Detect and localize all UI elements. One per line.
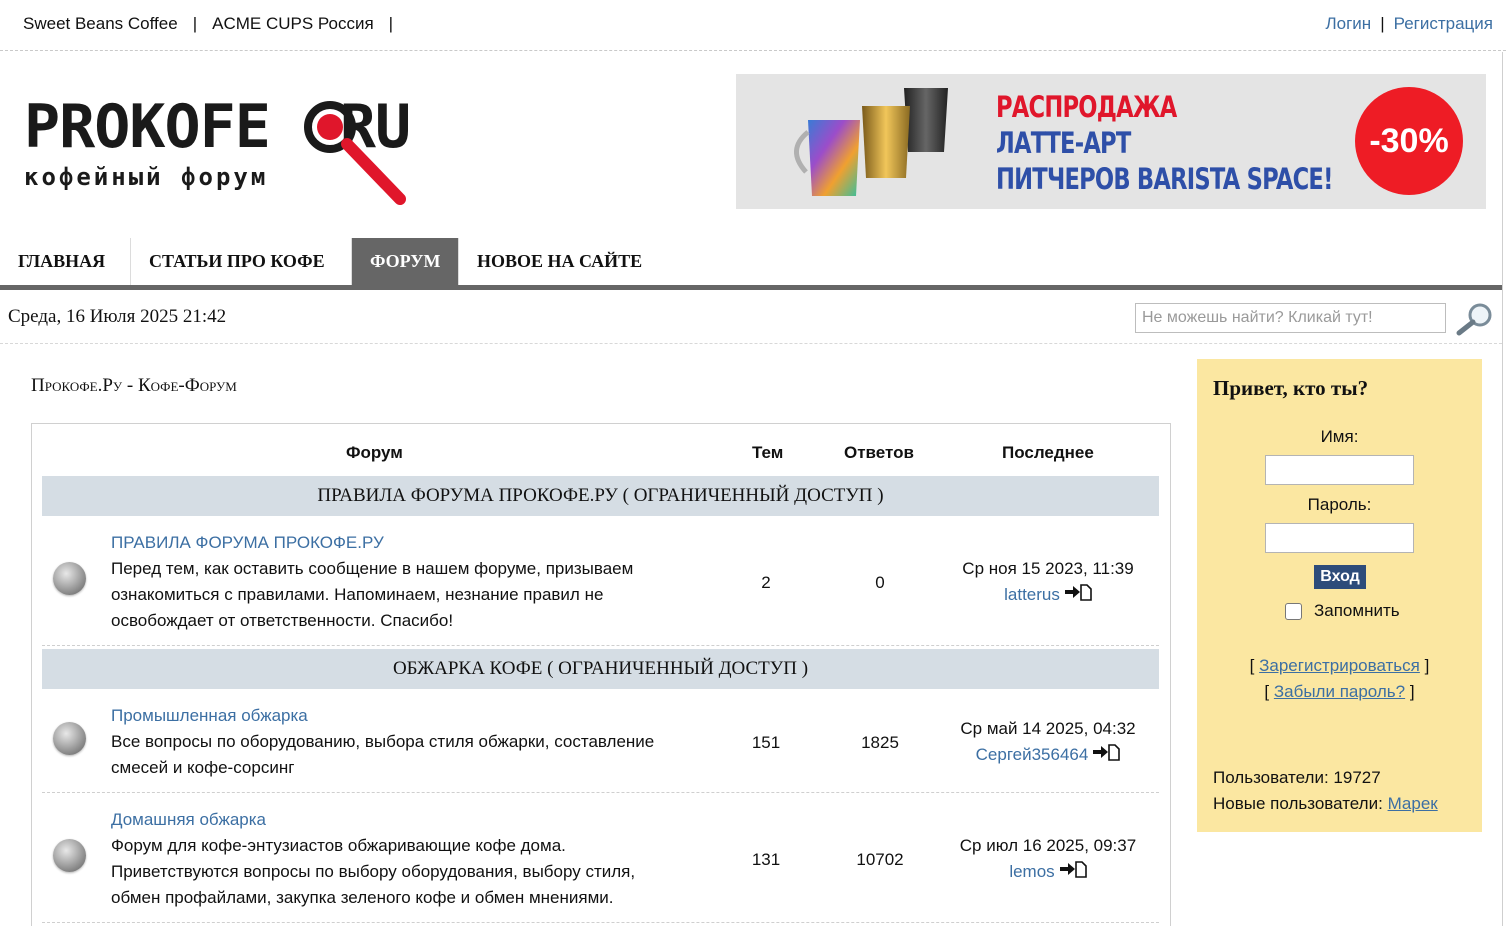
users-stat: Пользователи: 19727: [1213, 768, 1381, 787]
site-logo[interactable]: PROKOFE RU кофейный форум: [24, 95, 454, 210]
search-icon: [1456, 303, 1492, 336]
register-account-link[interactable]: Зарегистрироваться: [1259, 656, 1420, 675]
register-link-row: [ Зарегистрироваться ]: [1249, 656, 1430, 675]
new-user-link[interactable]: Марек: [1388, 794, 1438, 813]
top-bar: Sweet Beans Coffee | ACME CUPS Россия | …: [0, 0, 1506, 51]
last-post: Ср ноя 15 2023, 11:39 latterus: [938, 556, 1158, 609]
forum-status-icon: [53, 722, 86, 755]
last-post-date: Ср июл 16 2025, 09:37: [959, 836, 1137, 855]
last-post-date: Ср ноя 15 2023, 11:39: [962, 559, 1134, 578]
replies-count: 1825: [861, 733, 899, 752]
partner-links: Sweet Beans Coffee | ACME CUPS Россия |: [23, 14, 408, 34]
remember-me[interactable]: Запомнить: [1285, 601, 1400, 621]
replies-count: 0: [875, 573, 885, 592]
logo-subtitle: кофейный форум: [24, 163, 269, 191]
login-panel: Привет, кто ты? Имя: Пароль: Вход Запомн…: [1197, 359, 1482, 832]
topics-count: 151: [751, 733, 781, 752]
username-input[interactable]: [1265, 455, 1414, 485]
search-input[interactable]: [1135, 303, 1446, 333]
forum-description: Перед тем, как оставить сообщение в наше…: [111, 559, 634, 630]
tab-home[interactable]: ГЛАВНАЯ: [0, 238, 131, 285]
last-post-date: Ср май 14 2025, 04:32: [960, 719, 1136, 738]
separator: |: [388, 14, 394, 33]
column-header-topics: Тем: [752, 443, 784, 462]
username-label: Имя:: [1320, 427, 1359, 446]
topics-count: 131: [751, 850, 781, 869]
topics-count: 2: [761, 573, 771, 592]
go-to-last-post-icon[interactable]: [1059, 860, 1087, 886]
password-label: Пароль:: [1307, 495, 1372, 514]
last-post-user[interactable]: lemos: [1009, 862, 1054, 881]
go-to-last-post-icon[interactable]: [1064, 583, 1092, 609]
forum-description: Все вопросы по оборудованию, выбора стил…: [111, 732, 655, 777]
login-title: Привет, кто ты?: [1213, 376, 1369, 400]
register-link[interactable]: Регистрация: [1394, 14, 1493, 34]
search-button[interactable]: [1454, 302, 1494, 336]
main-nav: ГЛАВНАЯ СТАТЬИ ПРО КОФЕ ФОРУМ НОВОЕ НА С…: [0, 238, 1502, 290]
forum-status-icon: [53, 562, 86, 595]
tab-forum[interactable]: ФОРУМ: [352, 238, 459, 285]
users-count: 19727: [1333, 768, 1381, 787]
discount-badge: -30%: [1355, 87, 1463, 195]
separator: |: [192, 14, 198, 33]
milk-pitchers-image: [794, 88, 948, 196]
forum-description: Форум для кофе-энтузиастов обжаривающие …: [111, 836, 636, 907]
password-input[interactable]: [1265, 523, 1414, 553]
column-header-forum: Форум: [346, 443, 403, 462]
go-to-last-post-icon[interactable]: [1092, 743, 1121, 769]
category-row[interactable]: ПРАВИЛА ФОРУМА ПРОКОФЕ.РУ ( ОГРАНИЧЕННЫЙ…: [42, 476, 1159, 516]
forum-title-link[interactable]: Домашняя обжарка: [111, 810, 266, 830]
partner-link-acme-cups[interactable]: ACME CUPS Россия: [212, 14, 374, 34]
tab-whats-new[interactable]: НОВОЕ НА САЙТЕ: [459, 238, 669, 285]
last-post: Ср июл 16 2025, 09:37 lemos: [938, 833, 1158, 886]
partner-link-sweet-beans[interactable]: Sweet Beans Coffee: [23, 14, 178, 34]
magnifier-icon: [304, 101, 406, 205]
last-post-user[interactable]: Сергей356464: [976, 745, 1089, 764]
auth-links: Логин | Регистрация: [1325, 14, 1493, 34]
breadcrumb[interactable]: Прокофе.Ру - Кофе-Форум: [31, 375, 237, 397]
forgot-password-link[interactable]: Забыли пароль?: [1274, 682, 1405, 701]
category-row[interactable]: ОБЖАРКА КОФЕ ( ОГРАНИЧЕННЫЙ ДОСТУП ): [42, 649, 1159, 689]
forum-status-icon: [53, 839, 86, 872]
banner-line-3: ПИТЧЕРОВ BARISTA SPACE!: [996, 162, 1333, 196]
remember-label: Запомнить: [1314, 601, 1400, 620]
login-button[interactable]: Вход: [1314, 565, 1366, 589]
tab-articles[interactable]: СТАТЬИ ПРО КОФЕ: [131, 238, 352, 285]
column-header-last: Последнее: [1002, 443, 1094, 462]
column-header-replies: Ответов: [844, 443, 914, 462]
last-post-user[interactable]: latterus: [1004, 585, 1060, 604]
forum-title-link[interactable]: Промышленная обжарка: [111, 706, 308, 726]
promo-banner[interactable]: РАСПРОДАЖА ЛАТТЕ-АРТ ПИТЧЕРОВ BARISTA SP…: [736, 74, 1486, 209]
banner-headline: РАСПРОДАЖА: [996, 90, 1177, 124]
new-users-stat: Новые пользователи: Марек: [1213, 794, 1438, 813]
replies-count: 10702: [856, 850, 904, 869]
page-edge: [1502, 52, 1503, 926]
separator: |: [1380, 14, 1385, 33]
forgot-password-row: [ Забыли пароль? ]: [1264, 682, 1415, 701]
last-post: Ср май 14 2025, 04:32 Сергей356464: [938, 716, 1158, 769]
login-link[interactable]: Логин: [1325, 14, 1371, 34]
divider: [0, 343, 1502, 344]
current-datetime: Среда, 16 Июля 2025 21:42: [8, 306, 227, 327]
forum-title-link[interactable]: ПРАВИЛА ФОРУМА ПРОКОФЕ.РУ: [111, 533, 384, 553]
remember-checkbox[interactable]: [1285, 602, 1302, 620]
banner-line-2: ЛАТТЕ-АРТ: [996, 126, 1131, 160]
